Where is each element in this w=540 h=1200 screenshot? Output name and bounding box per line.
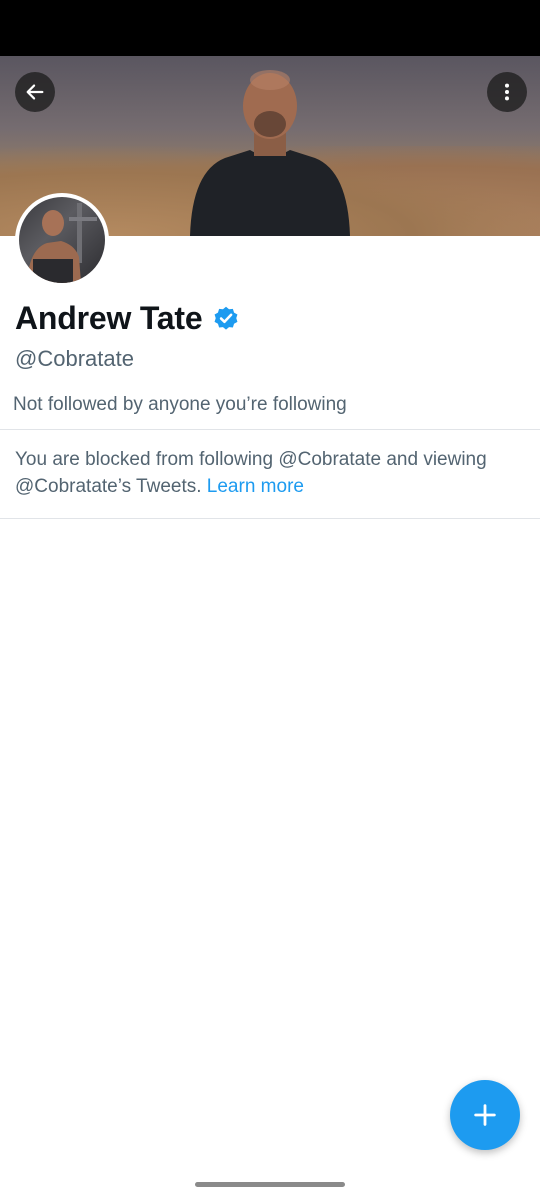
profile-handle: @Cobratate	[15, 346, 134, 371]
plus-icon	[474, 1104, 496, 1126]
divider-bottom	[0, 518, 540, 519]
avatar-person-figure	[27, 203, 97, 283]
blocked-notice: You are blocked from following @Cobratat…	[15, 446, 530, 500]
status-bar	[0, 0, 540, 56]
followed-by-info[interactable]: Not followed by anyone you’re following	[13, 394, 347, 416]
avatar-image	[19, 197, 105, 283]
learn-more-link[interactable]: Learn more	[207, 476, 304, 497]
verified-badge-icon	[215, 306, 238, 330]
profile-avatar[interactable]	[15, 193, 109, 287]
more-options-button[interactable]	[487, 72, 527, 112]
display-name: Andrew Tate	[15, 300, 203, 336]
compose-tweet-button[interactable]	[450, 1080, 520, 1150]
back-button[interactable]	[15, 72, 55, 112]
home-indicator[interactable]	[195, 1182, 345, 1187]
back-arrow-icon	[26, 84, 44, 100]
more-vertical-icon	[504, 83, 510, 101]
banner-person-figure	[190, 70, 350, 236]
divider-top	[0, 429, 540, 430]
name-row: Andrew Tate	[15, 300, 240, 337]
